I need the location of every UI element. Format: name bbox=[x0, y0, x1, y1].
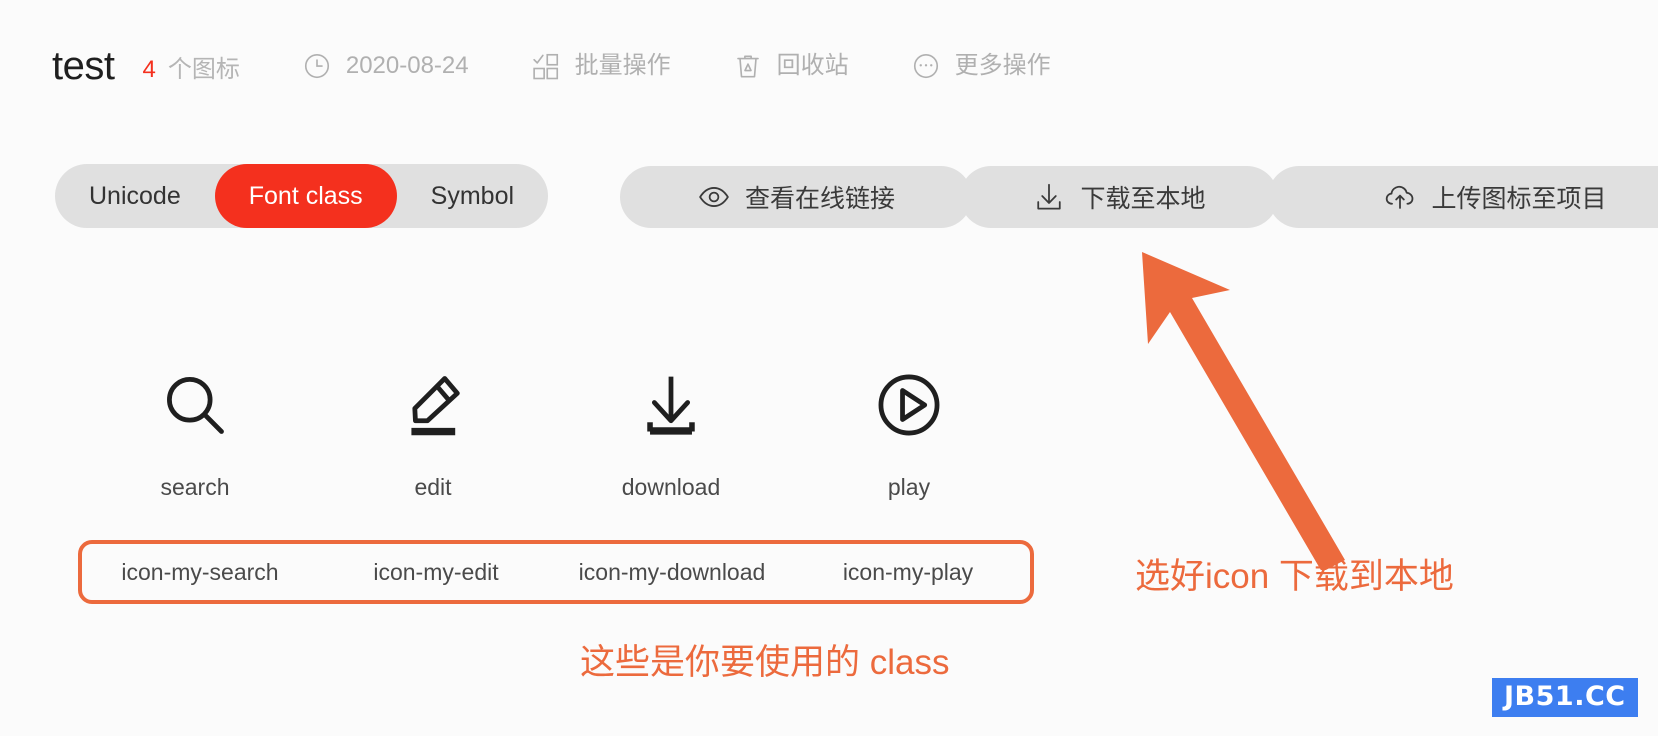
batch-operation-button[interactable]: 批量操作 bbox=[531, 51, 671, 81]
download-icon bbox=[1032, 180, 1066, 214]
icon-count-label: 个图标 bbox=[167, 55, 240, 83]
class-names-highlight-box: icon-my-search icon-my-edit icon-my-down… bbox=[78, 540, 1034, 604]
icon-cell-play[interactable] bbox=[790, 350, 1028, 460]
download-tray-icon bbox=[634, 350, 708, 460]
icon-project-page: test 4 个图标 2020-08-24 批量操作 回收站 更多操作 Unic… bbox=[0, 0, 1658, 736]
upload-icons-label: 上传图标至项目 bbox=[1431, 185, 1607, 213]
annotation-class-note: 这些是你要使用的 class bbox=[580, 643, 950, 682]
more-operations-label: 更多操作 bbox=[954, 52, 1051, 79]
project-header: test 4 个图标 2020-08-24 批量操作 回收站 更多操作 bbox=[52, 36, 1051, 96]
tab-unicode[interactable]: Unicode bbox=[55, 164, 215, 228]
page-title: test bbox=[52, 44, 115, 88]
download-local-label: 下载至本地 bbox=[1080, 185, 1206, 213]
project-date: 2020-08-24 bbox=[302, 51, 469, 81]
cloud-upload-icon bbox=[1383, 180, 1417, 214]
eye-icon bbox=[697, 180, 731, 214]
icon-cell-edit[interactable] bbox=[314, 350, 552, 460]
icon-grid: search edit download play bbox=[76, 350, 1028, 501]
icon-count-group: 4 个图标 bbox=[142, 49, 239, 84]
search-icon bbox=[158, 350, 232, 460]
icon-label-search: search bbox=[160, 474, 230, 500]
view-online-link-button[interactable]: 查看在线链接 bbox=[620, 166, 972, 228]
icon-label-edit: edit bbox=[414, 474, 452, 500]
class-name-play[interactable]: icon-my-play bbox=[790, 559, 1026, 586]
arrow-up-left-icon bbox=[1142, 252, 1345, 570]
batch-select-icon bbox=[531, 51, 561, 81]
watermark: JB51.CC bbox=[1492, 678, 1638, 717]
trash-icon bbox=[733, 51, 763, 81]
edit-pencil-icon bbox=[396, 350, 470, 460]
download-local-button[interactable]: 下载至本地 bbox=[960, 166, 1278, 228]
icon-toolbar: Unicode Font class Symbol 查看在线链接 下载至本地 上… bbox=[0, 160, 1658, 240]
more-operations-button[interactable]: 更多操作 bbox=[911, 51, 1051, 81]
clock-icon bbox=[302, 51, 332, 81]
format-segmented-control: Unicode Font class Symbol bbox=[55, 164, 549, 228]
icon-cell-download[interactable] bbox=[552, 350, 790, 460]
upload-icons-button[interactable]: 上传图标至项目 bbox=[1268, 166, 1658, 228]
view-online-link-label: 查看在线链接 bbox=[744, 185, 895, 213]
icon-name-row: search edit download play bbox=[76, 474, 1028, 501]
tab-symbol[interactable]: Symbol bbox=[397, 164, 548, 228]
icon-cell-search[interactable] bbox=[76, 350, 314, 460]
batch-operation-label: 批量操作 bbox=[574, 52, 671, 79]
ellipsis-circle-icon bbox=[911, 51, 941, 81]
icon-label-download: download bbox=[621, 474, 721, 500]
tab-font-class[interactable]: Font class bbox=[214, 164, 397, 228]
class-name-edit[interactable]: icon-my-edit bbox=[318, 559, 554, 586]
annotation-download-note: 选好icon 下载到本地 bbox=[1135, 557, 1454, 596]
class-name-download[interactable]: icon-my-download bbox=[554, 559, 790, 586]
recycle-bin-label: 回收站 bbox=[776, 52, 849, 79]
play-circle-icon bbox=[872, 350, 946, 460]
icon-glyph-row bbox=[76, 350, 1028, 460]
project-date-label: 2020-08-24 bbox=[345, 52, 469, 79]
icon-label-play: play bbox=[887, 474, 931, 500]
class-name-search[interactable]: icon-my-search bbox=[82, 559, 318, 586]
icon-count-number: 4 bbox=[142, 55, 156, 83]
recycle-bin-button[interactable]: 回收站 bbox=[733, 51, 849, 81]
